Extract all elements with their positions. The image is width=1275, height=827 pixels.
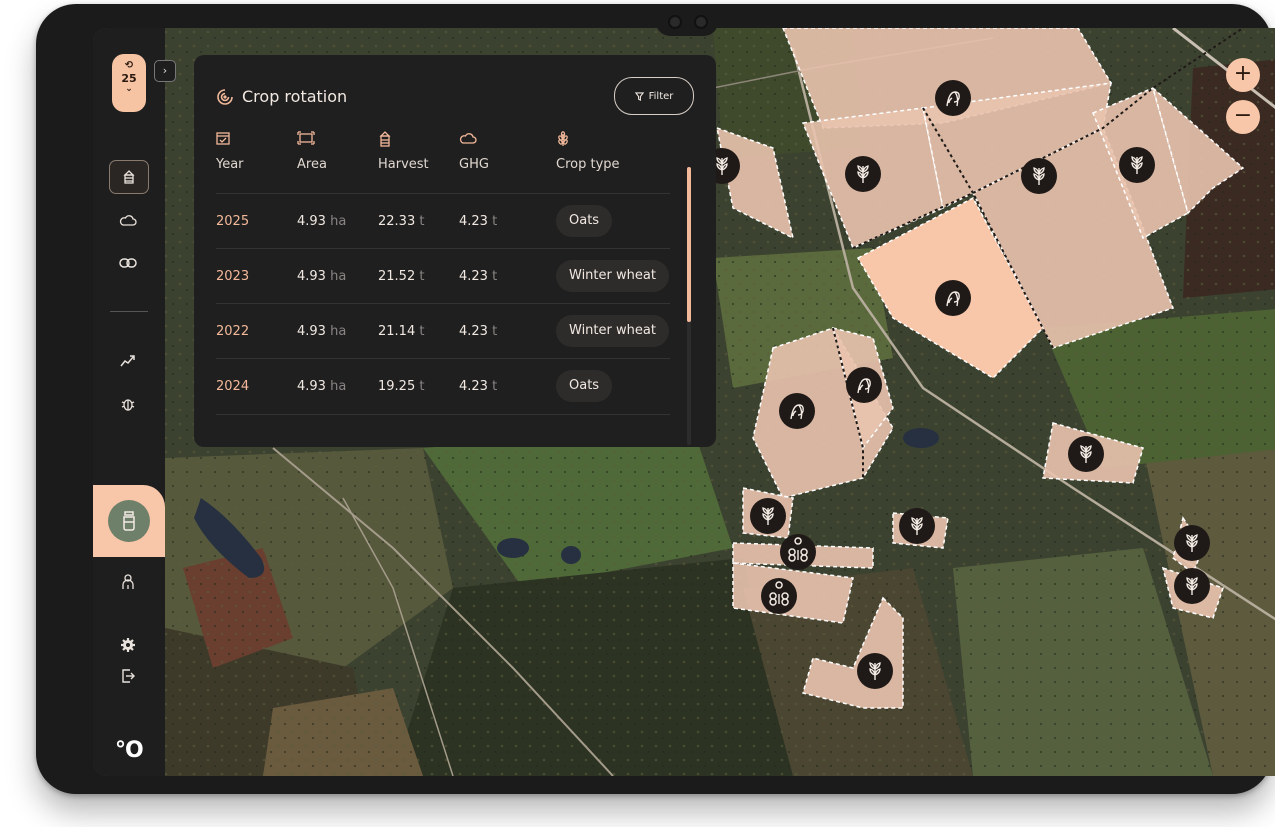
- column-label: Harvest: [378, 157, 429, 172]
- year-selector[interactable]: ⟲ 25 ⌄: [112, 54, 146, 112]
- column-harvest[interactable]: Harvest: [378, 131, 429, 172]
- calendar-icon: [216, 131, 244, 149]
- tablet-frame: + − ⟲ 25 ⌄ °O › Crop rotation Filter Yea…: [36, 4, 1275, 794]
- bug-icon[interactable]: [109, 388, 147, 420]
- harvest-cell: 21.52 t: [378, 269, 425, 284]
- column-label: Crop type: [556, 157, 620, 172]
- column-label: GHG: [459, 157, 489, 172]
- sidebar: ⟲ 25 ⌄ °O: [93, 28, 165, 776]
- app-logo: °O: [115, 738, 144, 763]
- table-row[interactable]: 2025 4.93 ha 22.33 t 4.23 t Oats: [216, 193, 670, 249]
- cloud-icon[interactable]: [109, 204, 147, 236]
- camera-notch: [656, 8, 718, 36]
- rotation-icon: [217, 88, 233, 105]
- link-icon[interactable]: [109, 247, 147, 279]
- jar-icon: [108, 500, 150, 542]
- sidebar-item-storage[interactable]: [93, 485, 165, 557]
- gear-icon[interactable]: [109, 629, 147, 661]
- camera-icon: [668, 15, 682, 29]
- table-row[interactable]: 2022 4.93 ha 21.14 t 4.23 t Winter wheat: [216, 303, 670, 359]
- column-crop-type[interactable]: Crop type: [556, 131, 620, 172]
- filter-button[interactable]: Filter: [614, 77, 694, 115]
- crop-type-badge: Winter wheat: [556, 315, 669, 347]
- chevron-down-icon: ⌄: [125, 84, 133, 94]
- ghg-cell: 4.23 t: [459, 214, 498, 229]
- crop-type-badge: Winter wheat: [556, 260, 669, 292]
- zoom-out-button[interactable]: −: [1226, 100, 1260, 134]
- screen: + − ⟲ 25 ⌄ °O › Crop rotation Filter Yea…: [93, 28, 1275, 776]
- trend-icon[interactable]: [109, 345, 147, 377]
- ghg-cell: 4.23 t: [459, 324, 498, 339]
- cloud-icon: [459, 131, 489, 149]
- column-label: Area: [297, 157, 327, 172]
- sidebar-divider: [110, 311, 148, 312]
- person-icon[interactable]: [109, 566, 147, 598]
- column-ghg[interactable]: GHG: [459, 131, 489, 172]
- panel-title-text: Crop rotation: [242, 87, 348, 106]
- area-icon: [297, 131, 327, 149]
- panel-title: Crop rotation: [216, 87, 347, 106]
- column-year[interactable]: Year: [216, 131, 244, 172]
- zoom-in-button[interactable]: +: [1226, 58, 1260, 92]
- column-label: Year: [216, 157, 244, 172]
- area-cell: 4.93 ha: [297, 269, 347, 284]
- silo-icon[interactable]: [109, 160, 149, 194]
- crop-type-badge: Oats: [556, 205, 613, 237]
- area-cell: 4.93 ha: [297, 214, 347, 229]
- filter-icon: [634, 91, 644, 101]
- year-cell: 2024: [216, 379, 250, 394]
- column-area[interactable]: Area: [297, 131, 327, 172]
- expand-sidebar-button[interactable]: ›: [154, 60, 176, 82]
- wheat-icon: [556, 131, 620, 149]
- silo-icon: [378, 131, 429, 149]
- area-cell: 4.93 ha: [297, 379, 347, 394]
- year-cell: 2022: [216, 324, 250, 339]
- camera-icon: [694, 15, 708, 29]
- harvest-cell: 21.14 t: [378, 324, 425, 339]
- harvest-cell: 19.25 t: [378, 379, 425, 394]
- year-cell: 2023: [216, 269, 250, 284]
- harvest-cell: 22.33 t: [378, 214, 425, 229]
- ghg-cell: 4.23 t: [459, 379, 498, 394]
- filter-label: Filter: [648, 90, 674, 102]
- table-row[interactable]: 2024 4.93 ha 19.25 t 4.23 t Oats: [216, 358, 670, 415]
- history-icon: ⟲: [124, 60, 134, 71]
- crop-rotation-panel: Crop rotation Filter Year Area Harvest G…: [194, 55, 716, 447]
- table-row[interactable]: 2023 4.93 ha 21.52 t 4.23 t Winter wheat: [216, 248, 670, 304]
- ghg-cell: 4.23 t: [459, 269, 498, 284]
- logout-icon[interactable]: [109, 660, 147, 692]
- crop-type-badge: Oats: [556, 370, 613, 402]
- area-cell: 4.93 ha: [297, 324, 347, 339]
- year-cell: 2025: [216, 214, 250, 229]
- scrollbar-thumb[interactable]: [687, 167, 691, 322]
